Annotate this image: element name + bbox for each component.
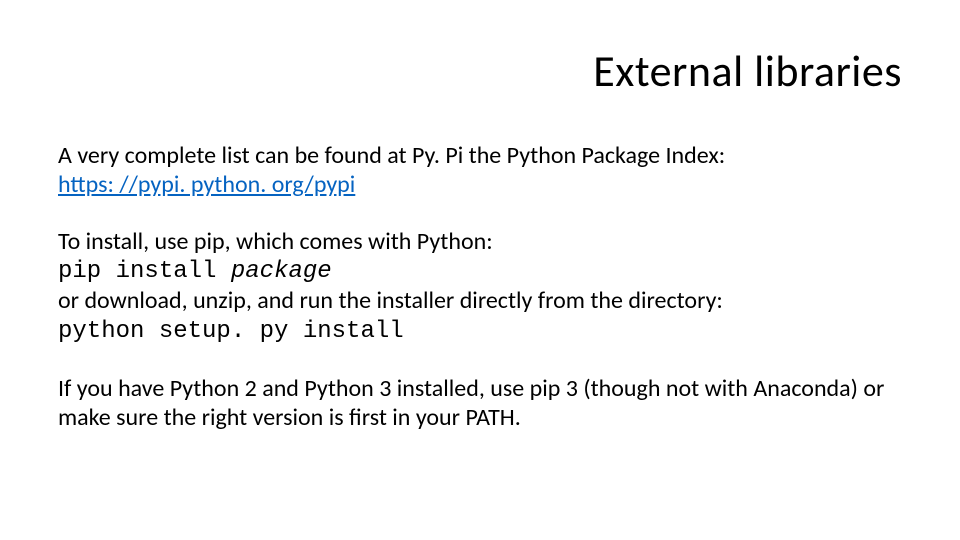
cmd-package-placeholder: package: [231, 258, 332, 285]
setup-py-command: python setup. py install: [58, 318, 404, 345]
cmd-prefix: pip install: [58, 258, 231, 285]
paragraph-install: To install, use pip, which comes with Py…: [58, 228, 902, 347]
install-text-2: or download, unzip, and run the installe…: [58, 286, 723, 315]
slide-body: A very complete list can be found at Py.…: [58, 142, 902, 432]
intro-text: A very complete list can be found at Py.…: [58, 141, 725, 170]
install-text-1: To install, use pip, which comes with Py…: [58, 227, 493, 256]
pip-install-command: pip install package: [58, 258, 332, 285]
slide: External libraries A very complete list …: [0, 0, 960, 540]
pypi-link[interactable]: https: //pypi. python. org/pypi: [58, 170, 355, 199]
paragraph-intro: A very complete list can be found at Py.…: [58, 142, 902, 200]
slide-title: External libraries: [593, 44, 902, 98]
paragraph-pip3: If you have Python 2 and Python 3 instal…: [58, 375, 902, 433]
